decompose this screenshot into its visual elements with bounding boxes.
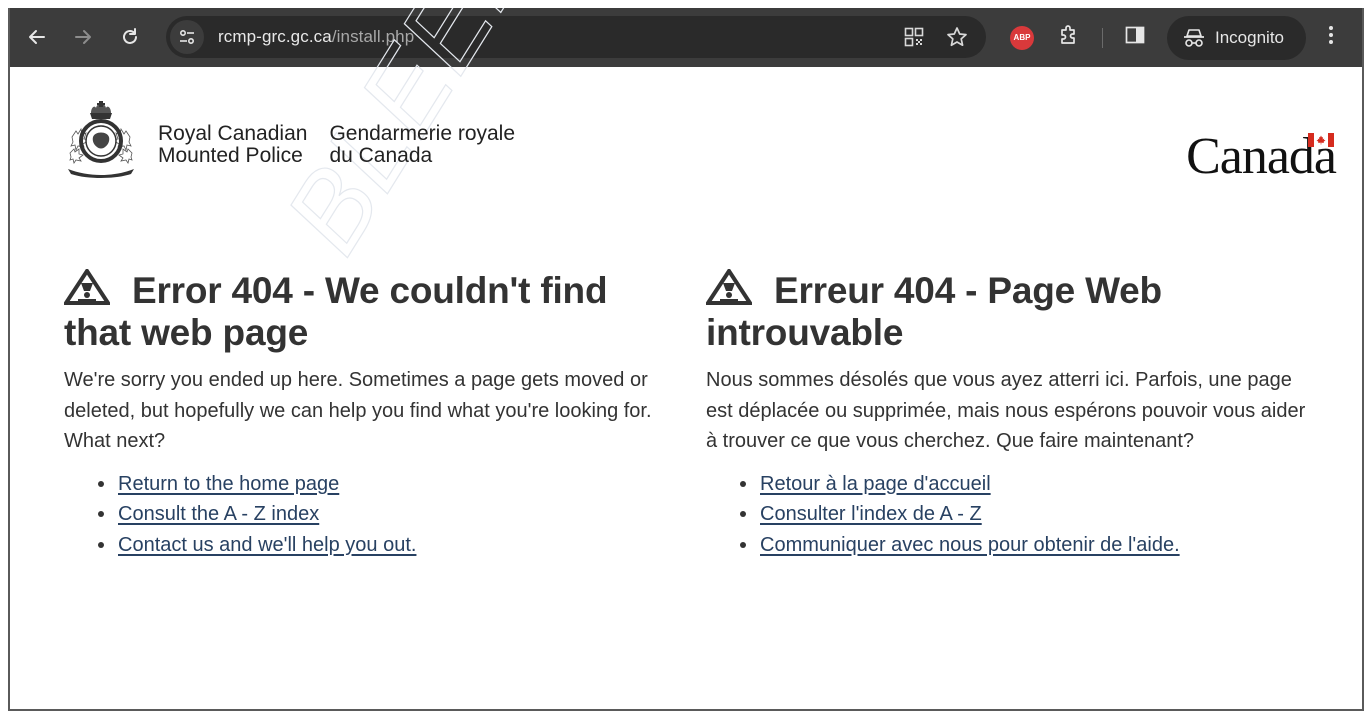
error-body-fr: Nous sommes désolés que vous ayez atterr… (706, 369, 1306, 452)
arrow-left-icon (29, 30, 45, 44)
home-page-link[interactable]: Return to the home page (118, 469, 339, 500)
org-name-en-line1: Royal Canadian (158, 122, 308, 145)
canada-flag-icon (1308, 133, 1334, 147)
maple-leaf-icon (1316, 135, 1326, 145)
tune-icon (179, 29, 195, 45)
incognito-badge[interactable]: Incognito (1167, 15, 1306, 60)
bullet (740, 480, 746, 487)
qr-code-button[interactable] (904, 27, 924, 47)
english-section: Error 404 - We couldn't find that web pa… (64, 269, 674, 560)
contact-link-fr[interactable]: Communiquer avec nous pour obtenir de l'… (760, 530, 1180, 561)
url-path: /install.php (331, 27, 415, 46)
org-name-fr-line1: Gendarmerie royale (329, 122, 516, 145)
puzzle-icon (1061, 25, 1075, 44)
list-item: Consulter l'index de A - Z (740, 499, 1306, 530)
side-panel-icon (1125, 26, 1145, 44)
abp-icon: ABP (1013, 33, 1031, 42)
error-heading-fr: Erreur 404 - Page Web introuvable (706, 269, 1306, 354)
arrow-right-icon (75, 30, 91, 44)
list-item: Communiquer avec nous pour obtenir de l'… (740, 530, 1306, 561)
forward-button[interactable] (70, 24, 96, 50)
bullet (98, 480, 104, 487)
rcmp-crest-icon (68, 101, 134, 178)
bookmark-button[interactable] (946, 26, 968, 48)
reload-icon (123, 28, 137, 44)
browser-window: rcmp-grc.gc.ca/install.php ABP Incognito… (8, 8, 1364, 711)
list-item: Return to the home page (98, 469, 674, 500)
accueil-link[interactable]: Retour à la page d'accueil (760, 469, 991, 500)
org-name-fr: Gendarmerie royale du Canada (329, 123, 515, 167)
page-content: BLEEPINGCOMPUTER (10, 8, 1362, 709)
url-host: rcmp-grc.gc.ca (218, 27, 332, 46)
reload-button[interactable] (117, 24, 143, 50)
list-item: Retour à la page d'accueil (740, 469, 1306, 500)
bullet (740, 541, 746, 548)
star-icon (947, 27, 967, 47)
error-title-fr: Erreur 404 - Page Web introuvable (706, 270, 1162, 353)
rcmp-logo[interactable]: Royal Canadian Mounted Police Gendarmeri… (62, 97, 515, 179)
bullet (740, 511, 746, 518)
org-name-en: Royal Canadian Mounted Police (158, 123, 307, 167)
error-heading-en: Error 404 - We couldn't find that web pa… (64, 269, 674, 354)
list-item: Consult the A - Z index (98, 499, 674, 530)
az-index-link[interactable]: Consult the A - Z index (118, 499, 319, 530)
browser-toolbar: rcmp-grc.gc.ca/install.php ABP Incognito (10, 8, 1362, 67)
qr-code-icon (904, 27, 924, 47)
incognito-label: Incognito (1215, 27, 1284, 47)
french-section: Erreur 404 - Page Web introuvable Nous s… (706, 269, 1306, 560)
bullet (98, 541, 104, 548)
help-links-fr: Retour à la page d'accueil Consulter l'i… (740, 469, 1306, 561)
org-name-en-line2: Mounted Police (158, 144, 303, 167)
org-name-fr-line2: du Canada (329, 144, 433, 167)
warning-icon (706, 269, 752, 305)
site-info-button[interactable] (170, 20, 204, 54)
adblock-plus-extension[interactable]: ABP (1010, 25, 1034, 50)
side-panel-button[interactable] (1125, 25, 1145, 50)
help-links-en: Return to the home page Consult the A - … (98, 469, 674, 561)
list-item: Contact us and we'll help you out. (98, 530, 674, 561)
error-title-en: Error 404 - We couldn't find that web pa… (64, 270, 608, 353)
warning-icon (64, 269, 110, 305)
url-text[interactable]: rcmp-grc.gc.ca/install.php (218, 27, 414, 47)
browser-menu-button[interactable] (1328, 24, 1334, 52)
toolbar-separator (1102, 27, 1103, 48)
index-az-link-fr[interactable]: Consulter l'index de A - Z (760, 499, 982, 530)
contact-us-link[interactable]: Contact us and we'll help you out. (118, 530, 416, 561)
more-vertical-icon (1329, 25, 1333, 44)
error-body-en: We're sorry you ended up here. Sometimes… (64, 369, 652, 452)
bullet (98, 511, 104, 518)
address-bar[interactable]: rcmp-grc.gc.ca/install.php (166, 16, 986, 58)
incognito-icon (1184, 28, 1204, 47)
extensions-button[interactable] (1058, 24, 1080, 51)
back-button[interactable] (24, 24, 50, 50)
